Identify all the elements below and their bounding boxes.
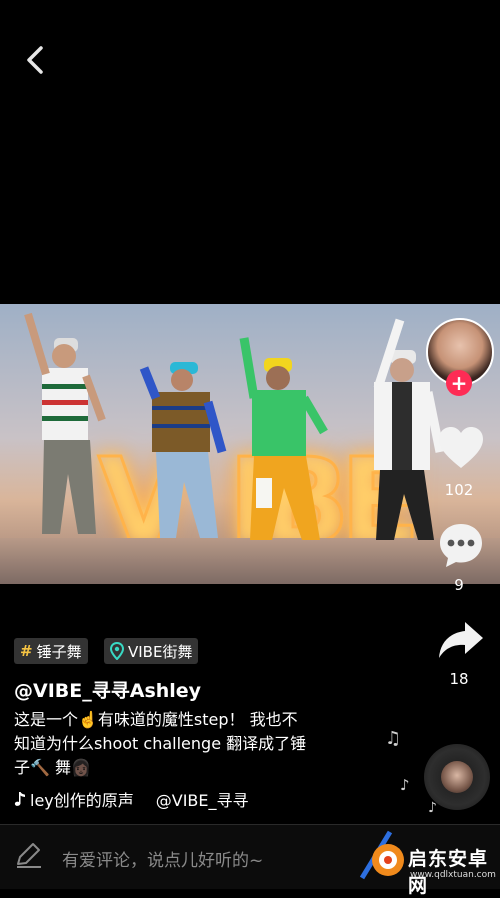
caption-line: 子🔨 舞👩🏿 xyxy=(14,758,91,777)
share-count: 18 xyxy=(449,670,469,688)
hashtag-label: 锤子舞 xyxy=(36,642,82,661)
location-label: VIBE街舞 xyxy=(128,642,193,661)
dancer-figure xyxy=(139,362,227,538)
author-username[interactable]: @VIBE_寻寻Ashley xyxy=(14,676,201,703)
dancer-figure xyxy=(24,312,106,534)
music-disc-cover xyxy=(441,761,473,793)
share-arrow-icon xyxy=(439,622,483,658)
video-player[interactable]: V I B E xyxy=(0,304,500,584)
plus-icon: + xyxy=(450,371,468,395)
like-button[interactable] xyxy=(436,424,486,474)
like-count: 102 xyxy=(444,481,474,499)
comment-bubble-icon xyxy=(440,524,482,567)
watermark: 启东安卓网 www.qdlxtuan.com xyxy=(360,828,500,897)
pencil-icon xyxy=(14,840,44,870)
watermark-url: www.qdlxtuan.com xyxy=(410,870,496,880)
follow-button[interactable]: + xyxy=(446,370,472,396)
caption-line: 知道为什么shoot challenge 翻译成了锤 xyxy=(14,734,307,753)
hashtag-chip[interactable]: # 锤子舞 xyxy=(14,638,88,664)
music-title: ley创作的原声 xyxy=(30,791,134,810)
music-note-icon: ♪ xyxy=(400,776,410,794)
chevron-left-icon xyxy=(27,46,43,74)
hashtag-icon: # xyxy=(20,642,33,660)
caption-line: 这是一个☝️有味道的魔性step！ 我也不 xyxy=(14,710,298,729)
comment-input[interactable]: 有爱评论，说点儿好听的~ xyxy=(62,846,263,871)
comment-button[interactable] xyxy=(436,520,486,570)
back-button[interactable] xyxy=(18,40,52,80)
music-info[interactable]: ley创作的原声 @VIBE_寻寻 xyxy=(14,787,284,811)
music-note-icon: ♫ xyxy=(385,728,402,749)
music-author: @VIBE_寻寻 xyxy=(155,791,249,810)
video-caption: 这是一个☝️有味道的魔性step！ 我也不 知道为什么shoot challen… xyxy=(14,708,384,780)
comment-count: 9 xyxy=(454,576,464,594)
dancer-figure xyxy=(239,337,328,540)
music-note-icon xyxy=(14,792,25,806)
share-button[interactable] xyxy=(436,618,486,664)
location-chip[interactable]: VIBE街舞 xyxy=(104,638,199,664)
heart-icon xyxy=(439,427,483,468)
location-pin-icon xyxy=(110,642,124,660)
